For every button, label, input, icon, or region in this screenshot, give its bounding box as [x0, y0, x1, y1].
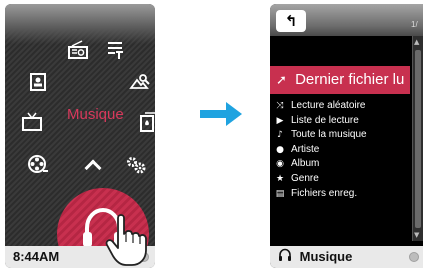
headphones-icon	[278, 247, 292, 268]
status-bar: Musique	[270, 246, 423, 268]
scroll-thumb[interactable]	[415, 50, 421, 228]
menu-item-label: Artiste	[291, 143, 320, 155]
menu-list: ⤨ Lecture aléatoire ▶ Liste de lecture ♪…	[274, 99, 409, 201]
center-app-label: Musique	[67, 106, 124, 123]
scrollbar[interactable]: ▲ ▼	[412, 36, 423, 241]
star-icon: ★	[275, 173, 285, 184]
menu-item-shuffle[interactable]: ⤨ Lecture aléatoire	[274, 99, 409, 114]
arrow-icon: ➚	[276, 73, 287, 88]
menu-item-recorded-files[interactable]: ▤ Fichiers enreg.	[274, 187, 409, 202]
gears-icon[interactable]	[125, 154, 147, 174]
menu-item-label: Lecture aléatoire	[291, 100, 366, 111]
playlist-icon: ▶	[276, 115, 284, 126]
status-time: 8:44AM	[13, 249, 60, 264]
page-counter: 1/	[411, 20, 418, 29]
menu-item-label: Fichiers enreg.	[291, 187, 358, 199]
menu-item-artist[interactable]: ● Artiste	[274, 143, 409, 158]
contact-card-icon[interactable]	[27, 72, 49, 92]
radio-icon[interactable]	[67, 40, 89, 60]
menu-item-all-music[interactable]: ♪ Toute la musique	[274, 128, 409, 143]
menu-item-album[interactable]: ◉ Album	[274, 157, 409, 172]
menu-item-selected[interactable]: ➚ Dernier fichier lu	[270, 66, 410, 94]
screen-gloss	[5, 4, 155, 44]
music-menu-screen: ↰ 1/ ➚ Dernier fichier lu ⤨ Lecture aléa…	[270, 4, 423, 268]
film-reel-icon[interactable]	[27, 154, 49, 174]
menu-item-label: Album	[291, 158, 320, 170]
status-label: Musique	[299, 249, 353, 264]
text-list-icon[interactable]	[105, 40, 127, 60]
menu-item-label: Genre	[291, 172, 319, 184]
back-button[interactable]: ↰	[276, 10, 306, 32]
shuffle-icon: ⤨	[276, 101, 284, 111]
menu-item-label: Dernier fichier lu	[295, 71, 405, 88]
transition-arrow-icon	[200, 100, 244, 133]
menu-item-label: Toute la musique	[291, 129, 367, 141]
note-icon: ♪	[277, 130, 283, 141]
tv-icon[interactable]	[21, 112, 43, 132]
scroll-down-icon[interactable]: ▼	[414, 231, 419, 239]
artist-icon: ●	[276, 144, 284, 155]
status-indicator	[409, 252, 419, 262]
menu-item-playlist[interactable]: ▶ Liste de lecture	[274, 114, 409, 129]
menu-item-label: Liste de lecture	[291, 114, 359, 126]
camera-icon[interactable]	[129, 72, 151, 92]
up-chevron-icon[interactable]	[84, 159, 102, 177]
hand-pointer-icon	[104, 212, 150, 272]
album-icon: ◉	[276, 159, 284, 170]
scroll-up-icon[interactable]: ▲	[414, 38, 419, 46]
cards-icon[interactable]	[137, 112, 155, 132]
file-icon: ▤	[275, 188, 285, 199]
menu-item-genre[interactable]: ★ Genre	[274, 172, 409, 187]
